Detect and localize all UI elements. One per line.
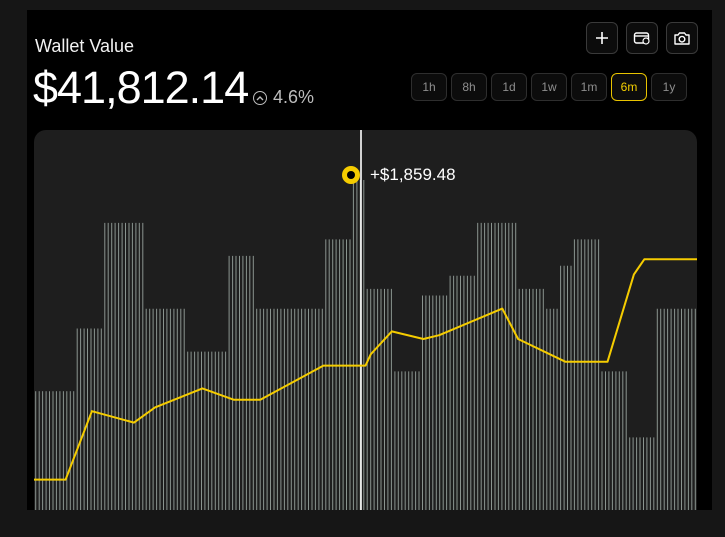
tooltip-label: +$1,859.48	[370, 165, 456, 184]
wallet-chart	[34, 130, 697, 510]
chevron-up-icon	[253, 90, 267, 105]
range-1w[interactable]: 1w	[531, 73, 567, 101]
plus-icon	[596, 32, 608, 44]
wallet-sync-button[interactable]	[626, 22, 658, 54]
wallet-sync-icon	[633, 32, 650, 45]
wallet-change-value: 4.6%	[273, 87, 315, 107]
chart-tooltip: +$1,859.48	[342, 165, 456, 185]
wallet-change: 4.6%	[253, 87, 314, 108]
range-selector: 1h 8h 1d 1w 1m 6m 1y	[411, 73, 687, 101]
wallet-card: Wallet Value $41,812.14 4.6% 1h 8h 1d 1w…	[27, 10, 712, 510]
wallet-title: Wallet Value	[35, 36, 135, 56]
range-1y[interactable]: 1y	[651, 73, 687, 101]
camera-icon	[674, 32, 690, 45]
chart-area[interactable]	[34, 130, 697, 510]
add-button[interactable]	[586, 22, 618, 54]
range-8h[interactable]: 8h	[451, 73, 487, 101]
range-1h[interactable]: 1h	[411, 73, 447, 101]
toolbar	[586, 22, 698, 54]
camera-button[interactable]	[666, 22, 698, 54]
range-1m[interactable]: 1m	[571, 73, 607, 101]
value-line	[34, 258, 697, 481]
range-6m[interactable]: 6m	[611, 73, 647, 101]
range-1d[interactable]: 1d	[491, 73, 527, 101]
wallet-value: $41,812.14	[33, 62, 249, 113]
tooltip-marker-icon	[342, 166, 360, 184]
